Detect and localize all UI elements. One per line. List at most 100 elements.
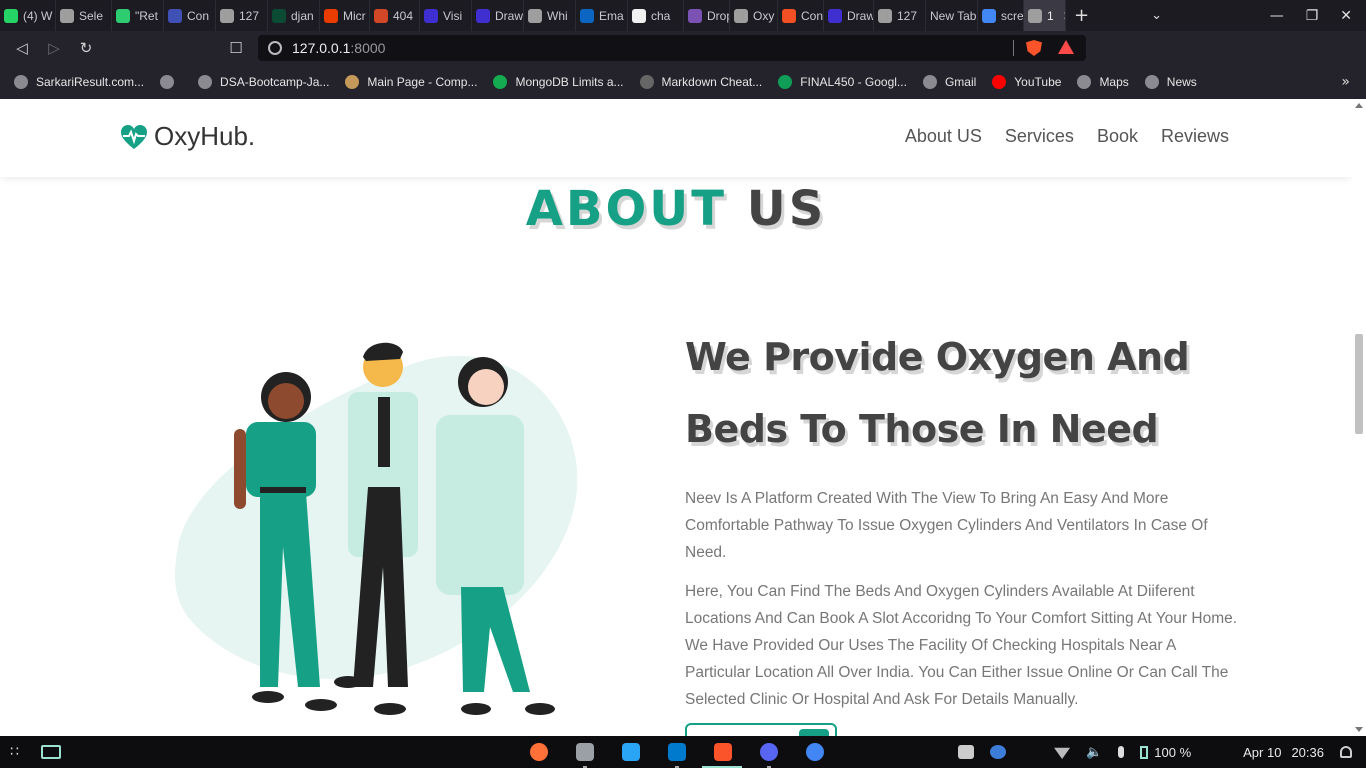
page-viewport: OxyHub. About US Services Book Reviews A… bbox=[0, 99, 1352, 736]
browser-tab[interactable]: Visi bbox=[420, 0, 472, 31]
browser-tab[interactable]: Ema bbox=[576, 0, 628, 31]
browser-tab[interactable]: 404 bbox=[370, 0, 420, 31]
close-tab-icon[interactable]: ✕ bbox=[1063, 9, 1065, 23]
site-header: OxyHub. About US Services Book Reviews bbox=[0, 99, 1352, 177]
notifications-muted-icon[interactable] bbox=[1340, 746, 1352, 758]
clock[interactable]: Apr 10 20:36 bbox=[1243, 745, 1324, 760]
browser-tab[interactable]: Oxy bbox=[730, 0, 778, 31]
bookmark-item[interactable]: Markdown Cheat... bbox=[639, 75, 762, 89]
browser-tab[interactable]: scre bbox=[978, 0, 1024, 31]
scroll-down-icon[interactable] bbox=[1355, 727, 1363, 732]
bookmark-label: Gmail bbox=[944, 75, 977, 89]
store-icon[interactable] bbox=[622, 743, 640, 761]
tab-label: cha bbox=[651, 8, 671, 23]
site-info-icon[interactable] bbox=[268, 41, 282, 55]
heartbeat-icon bbox=[121, 124, 147, 149]
bookmark-icon[interactable]: ☐ bbox=[220, 31, 252, 65]
updates-tray-icon[interactable] bbox=[990, 745, 1007, 759]
reload-icon[interactable]: ↻ bbox=[70, 31, 102, 65]
site-logo[interactable]: OxyHub. bbox=[120, 121, 255, 152]
discord-icon[interactable] bbox=[760, 743, 778, 768]
browser-tab[interactable]: Whi bbox=[524, 0, 576, 31]
browser-tab[interactable]: (4) W bbox=[0, 0, 56, 31]
app-grid-icon[interactable]: ∷ bbox=[10, 744, 19, 760]
bookmark-label: DSA-Bootcamp-Ja... bbox=[220, 75, 330, 89]
about-content: We Provide Oxygen And Beds To Those In N… bbox=[685, 321, 1245, 736]
bookmark-label: Main Page - Comp... bbox=[367, 75, 478, 89]
bookmark-item[interactable]: MongoDB Limits a... bbox=[493, 75, 624, 89]
show-desktop-icon[interactable] bbox=[40, 745, 61, 759]
address-bar[interactable]: 127.0.0.1:8000 bbox=[258, 35, 1086, 61]
browser-tab[interactable]: 1✕ bbox=[1024, 0, 1066, 31]
bookmark-item[interactable]: DSA-Bootcamp-Ja... bbox=[198, 75, 329, 89]
tab-label: Oxy bbox=[753, 8, 775, 23]
tab-label: New Tab bbox=[930, 8, 977, 23]
files-icon[interactable] bbox=[576, 743, 594, 768]
tab-list-chevron-icon[interactable]: ⌄ bbox=[1151, 8, 1162, 23]
volume-icon[interactable]: 🔈 bbox=[1086, 744, 1102, 760]
tab-favicon-icon bbox=[982, 8, 996, 23]
browser-tab[interactable]: Drop bbox=[684, 0, 730, 31]
scroll-up-icon[interactable] bbox=[1355, 103, 1363, 108]
heading-us: US bbox=[746, 181, 827, 237]
browser-tab[interactable]: 127 bbox=[874, 0, 926, 31]
bookmark-item[interactable]: Main Page - Comp... bbox=[345, 75, 477, 89]
back-icon[interactable]: ◁ bbox=[6, 31, 38, 65]
tab-label: Whi bbox=[547, 8, 568, 23]
discord-tray-icon[interactable] bbox=[958, 745, 975, 759]
about-headline: We Provide Oxygen And Beds To Those In N… bbox=[685, 335, 1190, 451]
bookmark-item[interactable]: Maps bbox=[1077, 75, 1129, 89]
doctors-illustration bbox=[175, 342, 578, 715]
browser-tab[interactable]: Sele bbox=[56, 0, 112, 31]
close-window-icon[interactable]: ✕ bbox=[1340, 8, 1352, 24]
nav-book[interactable]: Book bbox=[1097, 126, 1138, 147]
bookmark-item[interactable]: News bbox=[1144, 75, 1197, 89]
tab-label: Micr bbox=[343, 8, 366, 23]
battery-indicator[interactable]: 100 % bbox=[1140, 745, 1191, 760]
microphone-icon[interactable] bbox=[1118, 746, 1125, 758]
tab-strip: (4) W Sele "Ret Con 127 djan Micr 404 Visi Draw Wh… bbox=[0, 0, 1066, 31]
browser-tab[interactable]: Draw bbox=[472, 0, 524, 31]
browser-tab[interactable]: Micr bbox=[320, 0, 370, 31]
tab-favicon-icon bbox=[374, 8, 388, 23]
brave-browser-icon[interactable] bbox=[702, 743, 742, 768]
browser-tab[interactable]: cha bbox=[628, 0, 684, 31]
bookmark-item[interactable]: SarkariResult.com... bbox=[14, 75, 144, 89]
battery-icon bbox=[1140, 745, 1149, 759]
browser-tab[interactable]: "Ret bbox=[112, 0, 164, 31]
browser-tab-bar: (4) W Sele "Ret Con 127 djan Micr 404 Visi Draw Wh… bbox=[0, 0, 1366, 31]
firefox-icon[interactable] bbox=[530, 743, 548, 761]
minimize-icon[interactable]: — bbox=[1270, 8, 1284, 24]
nav-services[interactable]: Services bbox=[1005, 126, 1074, 147]
browser-tab[interactable]: djan bbox=[268, 0, 320, 31]
bookmark-favicon-icon bbox=[14, 75, 28, 89]
tab-favicon-icon bbox=[734, 8, 748, 23]
brave-shields-icon[interactable] bbox=[1026, 40, 1042, 56]
bookmark-item[interactable] bbox=[160, 75, 182, 89]
brave-rewards-icon[interactable] bbox=[1058, 40, 1074, 54]
section-heading: ABOUT US bbox=[0, 181, 1352, 237]
browser-tab[interactable]: 127 bbox=[216, 0, 268, 31]
page-scrollbar[interactable] bbox=[1352, 99, 1366, 736]
nav-about-us[interactable]: About US bbox=[905, 126, 982, 147]
heading-about: ABOUT bbox=[525, 181, 727, 237]
bookmark-item[interactable]: YouTube bbox=[992, 75, 1061, 89]
scrollbar-thumb[interactable] bbox=[1355, 334, 1363, 434]
learn-more-button[interactable] bbox=[685, 723, 837, 736]
nav-reviews[interactable]: Reviews bbox=[1161, 126, 1229, 147]
browser-tab[interactable]: Draw bbox=[824, 0, 874, 31]
bookmark-item[interactable]: Gmail bbox=[922, 75, 977, 89]
forward-icon[interactable]: ▷ bbox=[38, 31, 70, 65]
chrome-icon[interactable] bbox=[806, 743, 824, 761]
bookmark-item[interactable]: FINAL450 - Googl... bbox=[778, 75, 907, 89]
browser-tab[interactable]: Con bbox=[164, 0, 216, 31]
browser-tab[interactable]: Con bbox=[778, 0, 824, 31]
wifi-icon[interactable] bbox=[1054, 747, 1071, 759]
browser-tab[interactable]: New Tab bbox=[926, 0, 978, 31]
vscode-icon[interactable] bbox=[668, 743, 686, 768]
new-tab-button[interactable]: + bbox=[1074, 5, 1089, 26]
tab-favicon-icon bbox=[324, 8, 338, 23]
bookmark-favicon-icon bbox=[922, 75, 937, 89]
maximize-icon[interactable]: ❐ bbox=[1306, 8, 1319, 24]
bookmarks-overflow-icon[interactable]: » bbox=[1341, 74, 1350, 90]
